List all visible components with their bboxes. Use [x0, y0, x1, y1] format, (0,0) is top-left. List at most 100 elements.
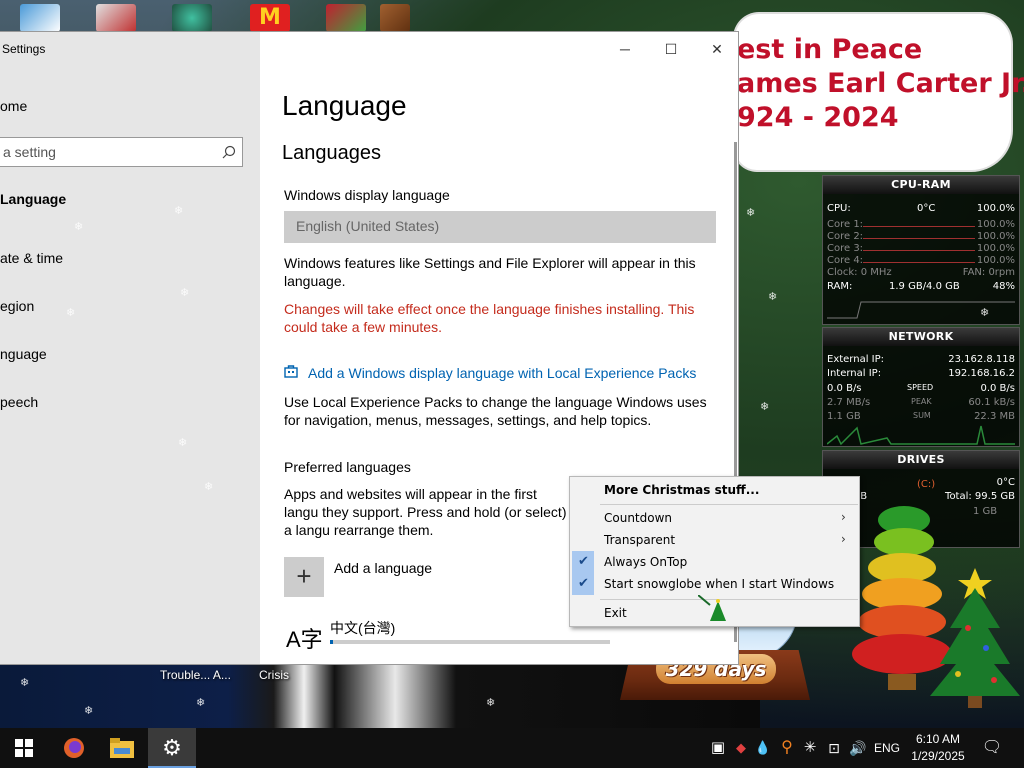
display-language-dropdown[interactable]: English (United States) — [284, 211, 716, 243]
tree-cursor-icon — [698, 595, 726, 621]
tray-app-icon[interactable]: ▣ — [704, 728, 732, 768]
internal-ip-label: Internal IP: — [827, 368, 882, 379]
folder-icon — [110, 738, 134, 758]
snowflake-icon: ❄ — [174, 205, 184, 217]
notification-center-icon[interactable]: 🗨 — [978, 728, 1006, 768]
add-language-button[interactable]: + — [284, 557, 324, 597]
peak-down: 2.7 MB/s — [827, 397, 871, 408]
snowflake-icon: ❄ — [632, 335, 642, 347]
external-ip-label: External IP: — [827, 354, 885, 365]
menu-item-start-with-windows[interactable]: Start snowglobe when I start Windows — [604, 577, 834, 591]
drive-free: 1 GB — [973, 506, 998, 517]
checkmark-icon: ✔ — [578, 576, 589, 591]
file-explorer-taskbar-button[interactable] — [98, 728, 146, 768]
core-label: Core 3: — [827, 243, 864, 254]
firefox-taskbar-button[interactable] — [50, 728, 98, 768]
page-title: Language — [282, 90, 407, 121]
core-value: 100.0% — [976, 231, 1015, 242]
cpu-total: 100.0% — [976, 203, 1015, 214]
core-value: 100.0% — [976, 255, 1015, 266]
snowflake-icon: ❄ — [84, 705, 94, 717]
snowglobe-context-menu[interactable]: More Christmas stuff... Countdown › Tran… — [569, 476, 860, 627]
add-language-label[interactable]: Add a language — [334, 560, 432, 576]
sidebar-section-language: Language — [0, 191, 67, 207]
start-button[interactable] — [0, 728, 48, 768]
network-gadget[interactable]: NETWORK External IP: 23.162.8.118 Interna… — [822, 327, 1020, 447]
desktop-shortcut-icon[interactable] — [380, 4, 410, 32]
snowflake-icon: ❄ — [980, 307, 990, 319]
gadget-title: DRIVES — [823, 451, 1019, 469]
installed-language-name[interactable]: 中文(台灣) — [330, 618, 395, 638]
install-warning: Changes will take effect once the langua… — [284, 301, 695, 335]
submenu-arrow-icon: › — [841, 532, 846, 546]
sidebar-item-language[interactable]: nguage — [0, 346, 47, 362]
snowflake-icon: ❄ — [746, 207, 756, 219]
sidebar-item-home[interactable]: ome — [0, 98, 27, 114]
snowflake-icon: ❄ — [74, 221, 84, 233]
search-icon[interactable] — [222, 145, 236, 159]
submenu-arrow-icon: › — [841, 510, 846, 524]
search-tray-icon[interactable]: ⚲ — [776, 728, 798, 768]
language-glyph-icon: A字 — [286, 627, 323, 652]
menu-item-transparent[interactable]: Transparent — [604, 533, 675, 547]
preferred-languages-description: Apps and websites will appear in the fir… — [284, 486, 567, 538]
network-icon[interactable]: ⊡ — [824, 728, 844, 768]
search-input[interactable]: a setting — [0, 137, 243, 167]
drive-temp: 0°C — [996, 477, 1015, 488]
desktop-shortcut-label[interactable]: Trouble... A... — [160, 668, 231, 682]
menu-item-countdown[interactable]: Countdown — [604, 511, 672, 525]
snowflake-icon: ❄ — [20, 677, 30, 689]
cpu-clock: Clock: 0 MHz — [827, 267, 892, 278]
language-indicator[interactable]: ENG — [872, 728, 902, 768]
cpu-label: CPU: — [827, 203, 851, 214]
snowflake-icon: ❄ — [605, 175, 615, 187]
window-title: Settings — [2, 42, 46, 56]
desktop-shortcut-icon[interactable] — [326, 4, 366, 32]
peak-up: 60.1 kB/s — [968, 397, 1015, 408]
windows-logo-icon — [15, 739, 33, 757]
tray-app-icon[interactable]: ◆ — [730, 728, 752, 768]
lxp-description: Use Local Experience Packs to change the… — [284, 394, 707, 428]
desktop-shortcut-icon[interactable] — [96, 4, 136, 32]
snowflake-icon: ❄ — [178, 437, 188, 449]
volume-icon[interactable]: 🔊 — [848, 728, 868, 768]
sum-up: 22.3 MB — [974, 411, 1015, 422]
taskbar-clock[interactable]: 6:10 AM 1/29/2025 — [902, 731, 974, 765]
clock-date: 1/29/2025 — [911, 749, 965, 763]
snowflake-icon: ❄ — [768, 291, 778, 303]
desktop-shortcut-icon[interactable] — [20, 4, 60, 32]
sidebar-item-region[interactable]: egion — [0, 298, 34, 314]
snowflake-icon: ❄ — [66, 307, 76, 319]
desktop-shortcut-icon[interactable] — [172, 4, 212, 32]
display-language-description: Windows features like Settings and File … — [284, 255, 696, 289]
menu-item-more-christmas[interactable]: More Christmas stuff... — [604, 483, 759, 497]
cpu-ram-gadget[interactable]: CPU-RAM CPU: 0°C 100.0% Core 1: 100.0% Co… — [822, 175, 1020, 325]
sidebar-item-date-time[interactable]: ate & time — [0, 250, 63, 266]
core-label: Core 4: — [827, 255, 864, 266]
bluetooth-star-icon[interactable]: ✳ — [800, 728, 820, 768]
droplet-icon[interactable]: 💧 — [754, 728, 772, 768]
gear-icon: ⚙ — [162, 735, 182, 760]
external-ip: 23.162.8.118 — [948, 354, 1015, 365]
preferred-languages-label: Preferred languages — [284, 459, 411, 475]
christmas-tree-decoration — [930, 568, 1020, 708]
mcdonalds-icon[interactable]: M — [250, 4, 290, 32]
add-display-language-link[interactable]: Add a Windows display language with Loca… — [308, 365, 696, 381]
display-language-label: Windows display language — [284, 187, 450, 203]
cpu-temp: 0°C — [917, 203, 936, 214]
minimize-button[interactable]: ─ — [614, 38, 636, 60]
speed-label: SPEED — [907, 383, 934, 392]
desktop-shortcut-label[interactable]: Crisis — [259, 668, 289, 682]
menu-item-exit[interactable]: Exit — [604, 606, 627, 620]
down-speed: 0.0 B/s — [827, 383, 862, 394]
section-title: Languages — [282, 142, 381, 164]
ram-value: 1.9 GB/4.0 GB — [889, 281, 960, 292]
sidebar-item-speech[interactable]: peech — [0, 394, 38, 410]
core-value: 100.0% — [976, 219, 1015, 230]
settings-taskbar-button[interactable]: ⚙ — [148, 728, 196, 768]
maximize-button[interactable]: ☐ — [660, 38, 682, 60]
close-button[interactable]: ✕ — [706, 38, 728, 60]
sum-down: 1.1 GB — [827, 411, 861, 422]
drive-letter: (C:) — [917, 479, 936, 490]
menu-item-always-on-top[interactable]: Always OnTop — [604, 555, 687, 569]
